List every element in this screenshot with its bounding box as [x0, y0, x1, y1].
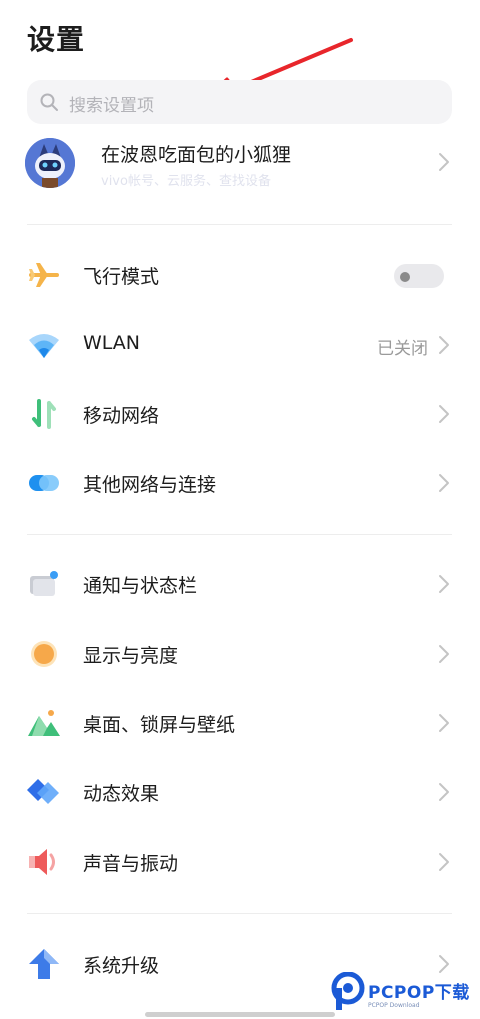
system-upgrade-icon	[29, 949, 59, 979]
settings-item-mobile-network[interactable]: 移动网络	[0, 381, 480, 447]
settings-item-label: 桌面、锁屏与壁纸	[83, 714, 236, 736]
settings-item-notifications[interactable]: 通知与状态栏	[0, 551, 480, 617]
home-indicator[interactable]	[145, 1012, 335, 1017]
settings-item-airplane-mode[interactable]: 飞行模式	[0, 242, 480, 308]
search-placeholder: 搜索设置项	[69, 96, 154, 116]
settings-item-label: 动态效果	[83, 783, 160, 805]
airplane-icon	[29, 263, 59, 287]
settings-item-label: 显示与亮度	[83, 645, 179, 667]
chevron-right-icon	[439, 645, 449, 663]
avatar	[25, 138, 75, 188]
section-divider	[27, 224, 452, 225]
search-icon	[40, 93, 58, 111]
dynamic-effects-icon	[27, 779, 59, 804]
settings-item-sound-vibration[interactable]: 声音与振动	[0, 829, 480, 895]
chevron-right-icon	[439, 336, 449, 354]
wallpaper-icon	[28, 710, 60, 736]
settings-item-other-connections[interactable]: 其他网络与连接	[0, 450, 480, 516]
settings-item-label: 其他网络与连接	[83, 474, 217, 496]
connections-icon	[29, 475, 59, 491]
fox-avatar-icon	[25, 138, 75, 188]
chevron-right-icon	[439, 153, 449, 171]
settings-item-wallpaper[interactable]: 桌面、锁屏与壁纸	[0, 690, 480, 756]
airplane-mode-toggle[interactable]	[394, 264, 444, 288]
sound-icon	[29, 849, 55, 875]
watermark: PCPOP下载 PCPOP Download	[330, 972, 480, 1016]
section-divider	[27, 913, 452, 914]
chevron-right-icon	[439, 714, 449, 732]
watermark-logo-icon	[331, 972, 365, 1010]
settings-item-label: 通知与状态栏	[83, 575, 198, 597]
settings-item-label: 系统升级	[83, 955, 160, 977]
account-name: 在波恩吃面包的小狐狸	[101, 144, 292, 166]
chevron-right-icon	[439, 783, 449, 801]
settings-item-dynamic-effects[interactable]: 动态效果	[0, 759, 480, 825]
chevron-right-icon	[439, 405, 449, 423]
settings-item-label: WLAN	[83, 332, 141, 354]
mobile-network-icon	[32, 399, 56, 429]
settings-item-label: 飞行模式	[83, 266, 160, 288]
section-divider	[27, 534, 452, 535]
chevron-right-icon	[439, 955, 449, 973]
notification-icon	[30, 571, 58, 596]
settings-item-label: 声音与振动	[83, 853, 179, 875]
chevron-right-icon	[439, 575, 449, 593]
chevron-right-icon	[439, 853, 449, 871]
settings-item-wlan[interactable]: WLAN 已关闭	[0, 312, 480, 378]
toggle-knob	[400, 272, 410, 282]
search-bar[interactable]: 搜索设置项	[27, 80, 452, 124]
account-entry[interactable]: 在波恩吃面包的小狐狸 vivo帐号、云服务、查找设备	[0, 130, 480, 220]
chevron-right-icon	[439, 474, 449, 492]
wlan-status: 已关闭	[377, 339, 428, 359]
brightness-icon	[31, 641, 57, 667]
watermark-brand: PCPOP下载	[368, 983, 470, 1003]
settings-item-display-brightness[interactable]: 显示与亮度	[0, 621, 480, 687]
page-title: 设置	[27, 23, 86, 56]
account-subtitle: vivo帐号、云服务、查找设备	[101, 174, 271, 189]
settings-item-label: 移动网络	[83, 405, 160, 427]
watermark-sub: PCPOP Download	[368, 1002, 420, 1009]
wifi-icon	[29, 334, 59, 358]
